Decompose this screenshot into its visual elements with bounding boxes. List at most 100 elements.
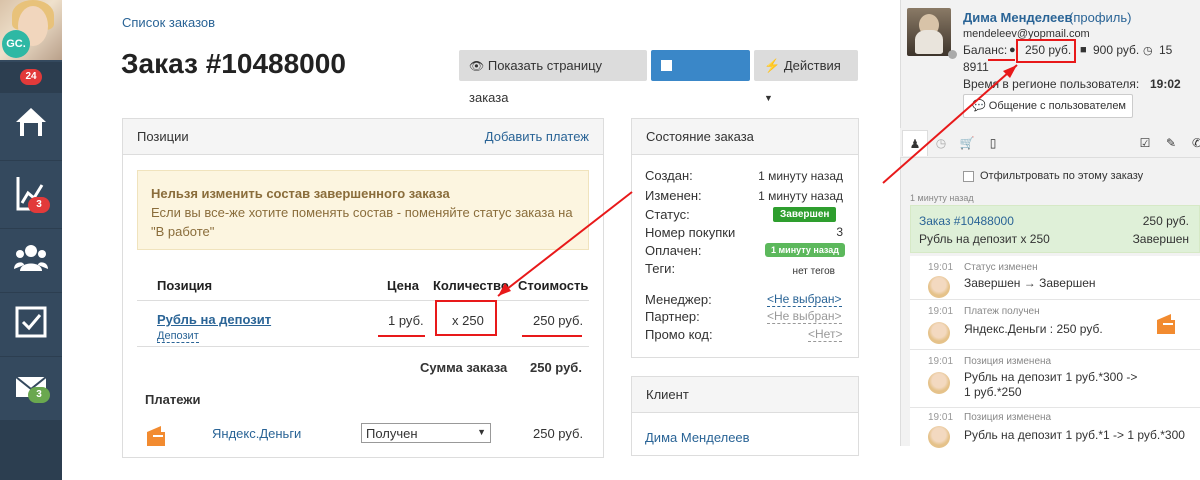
- created-label: Создан:: [645, 168, 693, 183]
- client-name-link[interactable]: Дима Менделеев: [645, 430, 750, 445]
- payment-status-select[interactable]: Получен ▼: [361, 423, 491, 443]
- event-type: Статус изменен: [964, 262, 1038, 273]
- select-caret-icon: ▼: [477, 427, 486, 437]
- event-text: Рубль на депозит 1 руб.*300 -> 1 руб.*25…: [964, 370, 1138, 399]
- filter-order-checkbox[interactable]: [963, 171, 974, 182]
- avatar-initials: GC.: [2, 30, 30, 58]
- paid-badge: 1 минуту назад: [765, 243, 846, 257]
- offline-status-dot: [948, 50, 957, 59]
- tags-value: нет тегов: [792, 266, 835, 277]
- order-card-desc: Рубль на депозит x 250: [919, 232, 1050, 246]
- col-position: Позиция: [157, 278, 213, 293]
- feed-item: 19:01 Позиция изменена Рубль на депозит …: [910, 350, 1200, 408]
- order-sum-value: 250 руб.: [530, 360, 582, 375]
- balance-bonus: 900 руб.: [1093, 43, 1140, 57]
- balance-extra: 8911: [963, 60, 989, 74]
- created-value: 1 минуту назад: [758, 169, 843, 183]
- profile-link[interactable]: (профиль): [1069, 10, 1131, 25]
- tab-tasks-icon[interactable]: ☑: [1132, 130, 1158, 156]
- event-avatar: [928, 372, 950, 394]
- feed-item: 19:01 Статус изменен Завершен → Завершен: [910, 256, 1200, 300]
- order-card-amount: 250 руб.: [1142, 214, 1189, 228]
- position-name-link[interactable]: Рубль на депозит: [157, 312, 271, 327]
- event-text: Рубль на депозит 1 руб.*1 -> 1 руб.*300: [964, 428, 1185, 442]
- users-icon: [14, 245, 48, 271]
- sidebar-item-tasks[interactable]: [0, 292, 62, 352]
- yandex-money-icon: [145, 424, 167, 446]
- actions-dropdown[interactable]: ⚡ Действия ▼: [754, 50, 858, 103]
- sidebar-item-settings[interactable]: [0, 420, 62, 480]
- position-category-link[interactable]: Депозит: [157, 330, 199, 343]
- filter-order-label: Отфильтровать по этому заказу: [980, 170, 1144, 182]
- eye-icon: 👁: [469, 59, 485, 73]
- purchase-number-label: Номер покупки: [645, 225, 736, 240]
- notification-badge: 24: [20, 69, 42, 85]
- manager-select-link[interactable]: <Не выбран>: [767, 292, 842, 307]
- client-name[interactable]: Дима Менделеев: [963, 10, 1072, 25]
- tab-mobile-icon[interactable]: ▯: [980, 130, 1006, 156]
- tab-phone-icon[interactable]: ✆: [1184, 130, 1200, 156]
- event-time: 19:01: [928, 412, 954, 423]
- caret-down-icon: ▼: [764, 93, 773, 103]
- promo-label: Промо код:: [645, 327, 713, 342]
- coins-icon: ●: [1009, 44, 1016, 56]
- left-sidebar: GC. 24 3 3: [0, 0, 62, 480]
- sidebar-item-stats[interactable]: 3: [0, 160, 62, 220]
- balance-points: 15: [1159, 43, 1173, 57]
- feed-item: 19:01 Позиция изменена Рубль на депозит …: [910, 408, 1200, 448]
- region-time-label: Время в регионе пользователя:: [963, 77, 1140, 91]
- balance-rub: 250 руб.: [1025, 43, 1072, 57]
- event-type: Платеж получен: [964, 306, 1040, 317]
- promo-code-link[interactable]: <Нет>: [808, 327, 843, 342]
- warning-alert: Нельзя изменить состав завершенного зака…: [137, 170, 589, 250]
- sidebar-item-home[interactable]: [0, 92, 62, 152]
- event-text: Яндекс.Деньги : 250 руб.: [964, 322, 1103, 336]
- balance-label: Баланс:: [963, 43, 1008, 57]
- feed-time-ago: 1 минуту назад: [910, 193, 974, 203]
- floppy-icon: [661, 60, 672, 71]
- event-time: 19:01: [928, 262, 954, 273]
- positions-header: Позиции: [137, 129, 189, 144]
- col-price: Цена: [387, 278, 419, 293]
- page-title: Заказ #10488000: [121, 48, 346, 79]
- tab-edit-icon[interactable]: ✎: [1158, 130, 1184, 156]
- event-avatar: [928, 322, 950, 344]
- purchase-number-value: 3: [836, 225, 843, 239]
- save-button[interactable]: Сохранить: [651, 50, 750, 104]
- payment-amount: 250 руб.: [533, 426, 584, 441]
- client-email: mendeleev@yopmail.com: [963, 28, 1090, 40]
- tab-history-icon[interactable]: ◷: [928, 130, 954, 156]
- breadcrumb[interactable]: Список заказов: [122, 15, 215, 30]
- event-time: 19:01: [928, 356, 954, 367]
- status-badge: Завершен: [773, 207, 837, 222]
- paid-label: Оплачен:: [645, 243, 702, 258]
- tab-cart-icon[interactable]: 🛒: [954, 130, 980, 156]
- bolt-icon: ⚡: [764, 58, 781, 73]
- event-type: Позиция изменена: [964, 356, 1052, 367]
- order-card-status: Завершен: [1132, 232, 1189, 246]
- order-card[interactable]: Заказ #10488000 250 руб. Рубль на депози…: [910, 205, 1200, 253]
- payment-method-link[interactable]: Яндекс.Деньги: [212, 426, 301, 441]
- show-order-page-button[interactable]: 👁 Показать страницу заказа: [459, 50, 647, 105]
- modified-value: 1 минуту назад: [758, 189, 843, 203]
- tab-profile-icon[interactable]: ♟: [902, 130, 928, 156]
- payments-title: Платежи: [145, 392, 201, 407]
- feed-item: 19:01 Платеж получен Яндекс.Деньги : 250…: [910, 300, 1200, 350]
- warning-text: Если вы все-же хотите поменять состав - …: [151, 205, 573, 239]
- order-card-title[interactable]: Заказ #10488000: [919, 214, 1014, 228]
- stats-badge: 3: [28, 197, 50, 213]
- add-payment-link[interactable]: Добавить платеж: [485, 129, 589, 144]
- position-price: 1 руб.: [388, 313, 424, 328]
- chat-with-user-button[interactable]: 💬 Общение с пользователем: [963, 94, 1133, 118]
- sidebar-item-users[interactable]: [0, 228, 62, 288]
- partner-select-link[interactable]: <Не выбран>: [767, 309, 842, 324]
- col-quantity: Количество: [433, 278, 509, 293]
- sidebar-item-mail[interactable]: 3: [0, 356, 62, 416]
- client-avatar: [907, 8, 951, 56]
- status-label: Статус:: [645, 207, 690, 222]
- event-text: Завершен → Завершен: [964, 276, 1096, 290]
- event-avatar: [928, 426, 950, 448]
- yandex-money-icon: [1157, 314, 1175, 334]
- warning-title: Нельзя изменить состав завершенного зака…: [151, 186, 450, 201]
- modified-label: Изменен:: [645, 188, 702, 203]
